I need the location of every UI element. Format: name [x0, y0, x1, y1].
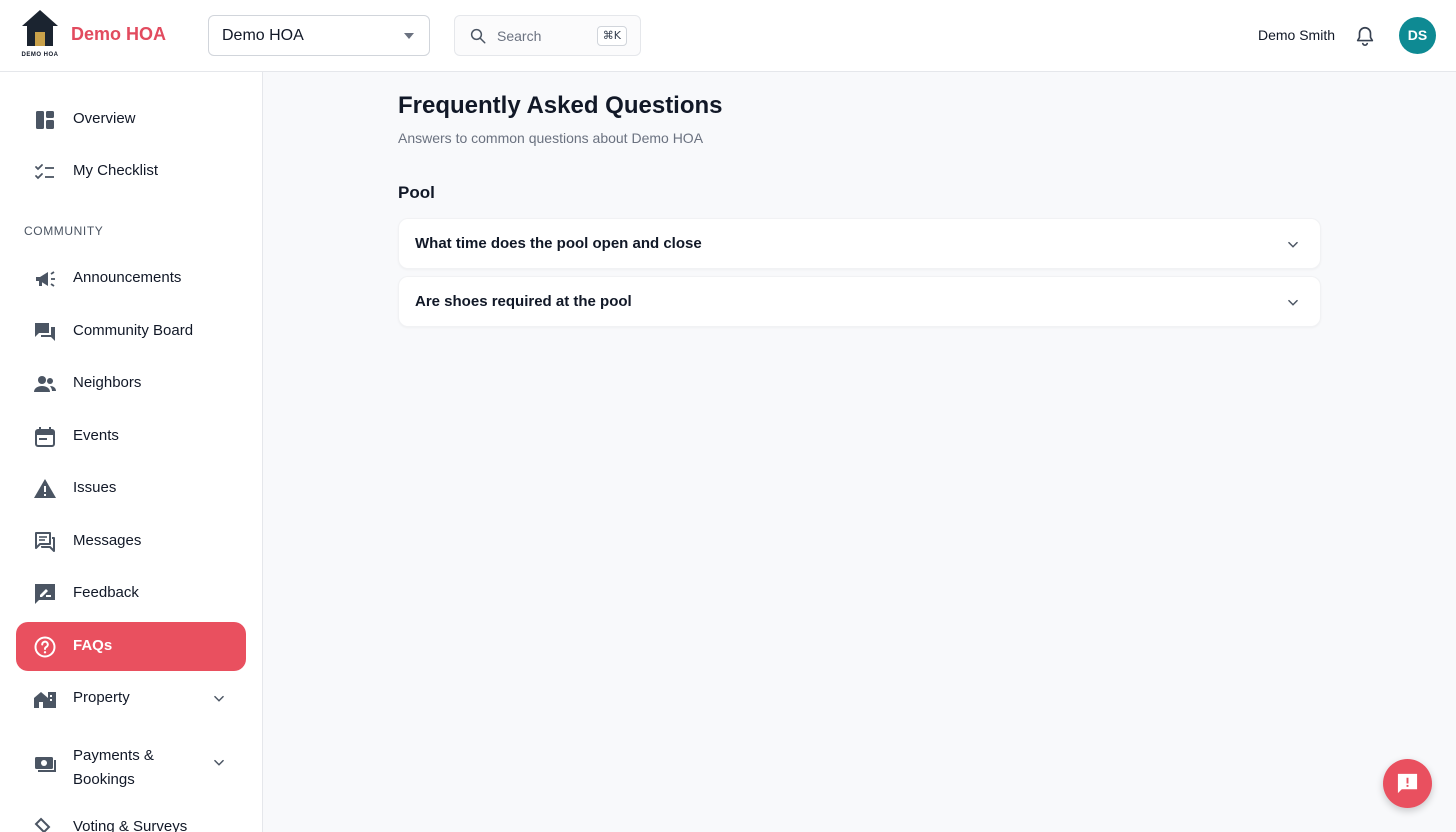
- chevron-down-icon: [1288, 299, 1298, 306]
- faq-group-title: Pool: [398, 183, 435, 202]
- sidebar-item-community-board[interactable]: Community Board: [16, 307, 246, 356]
- page-subtitle: Answers to common questions about Demo H…: [398, 130, 704, 146]
- feedback-alert-icon: [1397, 773, 1418, 794]
- brand-name[interactable]: Demo HOA: [71, 24, 166, 45]
- property-icon: [34, 692, 56, 708]
- sidebar-item-label: Issues: [73, 479, 117, 496]
- sidebar-item-payments-bookings[interactable]: Payments & Bookings: [16, 740, 246, 792]
- chevron-down-icon: [214, 759, 224, 766]
- search-icon: [470, 28, 486, 44]
- sidebar-item-label: Voting & Surveys: [73, 818, 188, 832]
- sidebar: Overview My Checklist COMMUNITY Announce…: [0, 72, 263, 832]
- forum-icon: [35, 323, 55, 341]
- hoa-logo[interactable]: DEMO HOA: [18, 8, 62, 62]
- messages-icon: [35, 532, 55, 552]
- sidebar-item-overview[interactable]: Overview: [16, 95, 246, 144]
- sidebar-item-label: Announcements: [73, 269, 182, 286]
- search-shortcut-badge: ⌘K: [596, 26, 627, 46]
- faq-item[interactable]: What time does the pool open and close: [398, 218, 1321, 269]
- sidebar-item-label: Overview: [73, 110, 136, 127]
- sidebar-item-neighbors[interactable]: Neighbors: [16, 359, 246, 408]
- house-logo-icon: [22, 10, 58, 46]
- sidebar-item-label: Community Board: [73, 322, 194, 339]
- search-placeholder: Search: [497, 28, 542, 44]
- sidebar-item-label: Events: [73, 427, 119, 444]
- chevron-down-icon: [1288, 241, 1298, 248]
- report-feedback-button[interactable]: [1383, 759, 1432, 808]
- sidebar-item-issues[interactable]: Issues: [16, 464, 246, 513]
- org-select-value: Demo HOA: [222, 27, 304, 44]
- sidebar-item-label: Feedback: [73, 584, 139, 601]
- faq-question: What time does the pool open and close: [415, 235, 702, 252]
- caret-down-icon: [404, 33, 414, 39]
- search-box[interactable]: Search ⌘K: [454, 15, 641, 56]
- feedback-icon: [35, 584, 55, 604]
- payments-icon: [35, 757, 56, 772]
- chevron-down-icon: [214, 695, 224, 702]
- help-circle-icon: [34, 636, 56, 658]
- sidebar-item-label: Neighbors: [73, 374, 142, 391]
- vote-icon: [34, 817, 51, 832]
- warning-icon: [34, 479, 56, 498]
- faq-question: Are shoes required at the pool: [415, 293, 632, 310]
- user-name[interactable]: Demo Smith: [1258, 27, 1335, 43]
- megaphone-icon: [36, 271, 55, 287]
- sidebar-item-announcements[interactable]: Announcements: [16, 254, 246, 303]
- sidebar-item-messages[interactable]: Messages: [16, 517, 246, 566]
- sidebar-item-my-checklist[interactable]: My Checklist: [16, 147, 246, 196]
- bell-icon[interactable]: [1354, 25, 1376, 47]
- sidebar-item-label: Messages: [73, 532, 142, 549]
- sidebar-item-faqs[interactable]: FAQs: [16, 622, 246, 671]
- sidebar-item-label: FAQs: [73, 637, 113, 654]
- org-select[interactable]: Demo HOA: [208, 15, 430, 56]
- logo-caption: DEMO HOA: [21, 52, 59, 58]
- avatar[interactable]: DS: [1399, 17, 1436, 54]
- sidebar-item-voting-surveys[interactable]: Voting & Surveys: [16, 803, 246, 832]
- sidebar-item-events[interactable]: Events: [16, 412, 246, 461]
- checklist-icon: [35, 164, 54, 180]
- sidebar-item-property[interactable]: Property: [16, 674, 246, 723]
- sidebar-item-label: My Checklist: [73, 162, 159, 179]
- top-header: DEMO HOA Demo HOA Demo HOA Search ⌘K Dem…: [0, 0, 1456, 72]
- sidebar-section-label: COMMUNITY: [24, 224, 104, 238]
- page-title: Frequently Asked Questions: [398, 92, 723, 119]
- dashboard-icon: [36, 111, 54, 129]
- people-icon: [34, 376, 56, 392]
- sidebar-item-label: Payments & Bookings: [73, 747, 154, 788]
- sidebar-item-feedback[interactable]: Feedback: [16, 569, 246, 618]
- calendar-icon: [35, 427, 55, 447]
- faq-item[interactable]: Are shoes required at the pool: [398, 276, 1321, 327]
- sidebar-item-label: Property: [73, 689, 130, 706]
